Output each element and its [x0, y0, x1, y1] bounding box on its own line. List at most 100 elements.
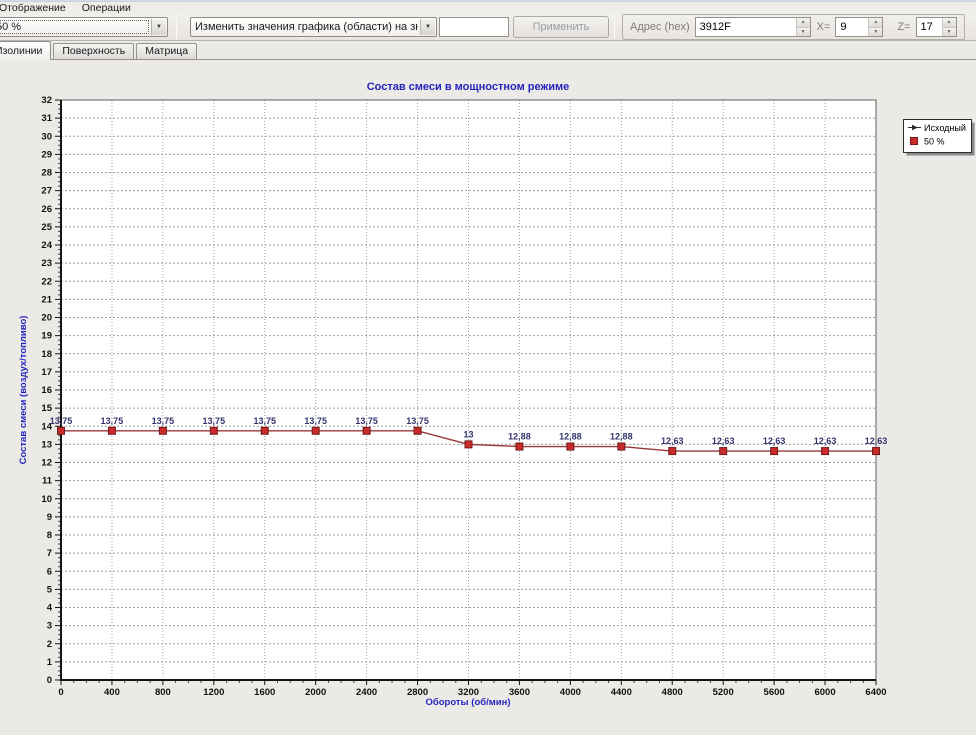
address-label: Адрес (hex) [630, 21, 690, 33]
data-point-marker[interactable] [822, 448, 829, 455]
tab-isolines[interactable]: Изолинии [0, 41, 51, 60]
data-point-label: 12,63 [865, 436, 888, 446]
legend-item[interactable]: 50 % [911, 137, 945, 147]
x-tick-label: 2000 [305, 687, 326, 698]
y-tick-label: 20 [41, 313, 52, 324]
legend-label: 50 % [924, 137, 945, 147]
data-point-marker[interactable] [58, 427, 65, 434]
y-tick-label: 29 [41, 149, 52, 160]
x-tick-label: 6400 [865, 687, 886, 698]
operation-select[interactable]: Изменить значения графика (области) на з… [190, 17, 437, 37]
data-point-marker[interactable] [720, 448, 727, 455]
y-tick-label: 31 [41, 113, 52, 124]
x-tick-label: 3600 [509, 687, 530, 698]
series-select-value: 50 % [0, 20, 149, 34]
y-tick-label: 21 [41, 294, 52, 305]
x-label: X= [817, 21, 831, 33]
data-point-label: 13,75 [253, 416, 276, 426]
y-tick-label: 18 [41, 349, 52, 360]
data-point-label: 13,75 [203, 416, 226, 426]
x-tick-label: 1600 [254, 687, 275, 698]
spin-up-icon[interactable]: ▲ [797, 18, 810, 28]
y-tick-label: 3 [47, 621, 52, 632]
data-point-marker[interactable] [414, 427, 421, 434]
y-tick-label: 5 [47, 584, 53, 595]
square-marker-icon [911, 138, 918, 145]
x-tick-label: 1200 [203, 687, 224, 698]
tab-strip: Изолинии Поверхность Матрица [0, 41, 976, 60]
x-spinner[interactable]: 9 ▲ ▼ [835, 17, 883, 37]
y-tick-label: 11 [42, 476, 53, 487]
data-point-marker[interactable] [771, 448, 778, 455]
y-tick-label: 6 [47, 566, 52, 577]
data-point-label: 12,88 [559, 432, 582, 442]
address-value[interactable]: 3912F [696, 18, 796, 36]
value-input[interactable] [439, 17, 509, 37]
legend-label: Исходный [924, 123, 966, 133]
data-point-label: 13 [463, 429, 473, 439]
data-point-marker[interactable] [108, 427, 115, 434]
data-point-marker[interactable] [210, 427, 217, 434]
y-tick-label: 10 [41, 494, 52, 505]
z-value[interactable]: 17 [917, 18, 942, 36]
data-point-marker[interactable] [159, 427, 166, 434]
spin-down-icon[interactable]: ▼ [797, 28, 810, 37]
toolbar-separator [176, 15, 177, 39]
y-tick-label: 27 [41, 186, 52, 197]
spin-up-icon[interactable]: ▲ [869, 18, 882, 28]
x-tick-label: 2400 [356, 687, 377, 698]
y-tick-label: 28 [41, 168, 52, 179]
y-axis-title: Состав смеси (воздух/топливо) [18, 316, 29, 465]
chart-canvas: 0400800120016002000240028003200360040004… [0, 60, 976, 735]
y-tick-label: 16 [41, 385, 52, 396]
data-point-label: 13,75 [304, 416, 327, 426]
spinner-buttons: ▲ ▼ [796, 18, 810, 36]
tab-matrix[interactable]: Матрица [136, 43, 197, 59]
data-point-marker[interactable] [363, 427, 370, 434]
data-point-marker[interactable] [873, 448, 880, 455]
data-point-marker[interactable] [567, 443, 574, 450]
apply-button[interactable]: Применить [513, 16, 609, 38]
data-point-label: 13,75 [101, 416, 124, 426]
y-tick-label: 25 [41, 222, 52, 233]
data-point-marker[interactable] [516, 443, 523, 450]
y-tick-label: 12 [41, 458, 52, 469]
spin-up-icon[interactable]: ▲ [943, 18, 956, 28]
operation-select-value: Изменить значения графика (области) на з… [195, 21, 418, 33]
x-tick-label: 4800 [662, 687, 683, 698]
x-tick-label: 5200 [713, 687, 734, 698]
data-point-marker[interactable] [312, 427, 319, 434]
y-tick-label: 7 [47, 548, 52, 559]
tab-surface[interactable]: Поверхность [53, 43, 134, 59]
z-spinner[interactable]: 17 ▲ ▼ [916, 17, 957, 37]
x-axis-title: Обороты (об/мин) [425, 697, 510, 708]
chevron-down-icon[interactable]: ▼ [151, 19, 166, 35]
data-point-label: 12,88 [508, 432, 531, 442]
x-value[interactable]: 9 [836, 18, 868, 36]
x-tick-label: 400 [104, 687, 120, 698]
data-point-marker[interactable] [669, 448, 676, 455]
address-group: Адрес (hex) 3912F ▲ ▼ X= 9 ▲ ▼ Z= 17 ▲ ▼ [622, 14, 965, 40]
data-point-label: 12,63 [814, 436, 837, 446]
data-point-marker[interactable] [618, 443, 625, 450]
spin-down-icon[interactable]: ▼ [943, 28, 956, 37]
data-point-marker[interactable] [465, 441, 472, 448]
data-point-label: 13,75 [355, 416, 378, 426]
data-point-marker[interactable] [261, 427, 268, 434]
data-point-label: 13,75 [50, 416, 73, 426]
y-tick-label: 22 [41, 276, 52, 287]
spin-down-icon[interactable]: ▼ [869, 28, 882, 37]
y-tick-label: 0 [47, 675, 52, 686]
menu-view[interactable]: Отображение [0, 2, 74, 14]
x-tick-label: 4000 [560, 687, 581, 698]
data-point-label: 12,88 [610, 432, 633, 442]
y-tick-label: 9 [47, 512, 52, 523]
chevron-down-icon[interactable]: ▼ [420, 19, 435, 35]
x-tick-label: 6000 [814, 687, 835, 698]
series-select[interactable]: 50 % ▼ [0, 17, 168, 37]
address-spinner[interactable]: 3912F ▲ ▼ [695, 17, 811, 37]
x-tick-label: 4400 [611, 687, 632, 698]
menu-operations[interactable]: Операции [74, 2, 139, 14]
y-tick-label: 19 [41, 331, 52, 342]
data-point-label: 13,75 [152, 416, 175, 426]
